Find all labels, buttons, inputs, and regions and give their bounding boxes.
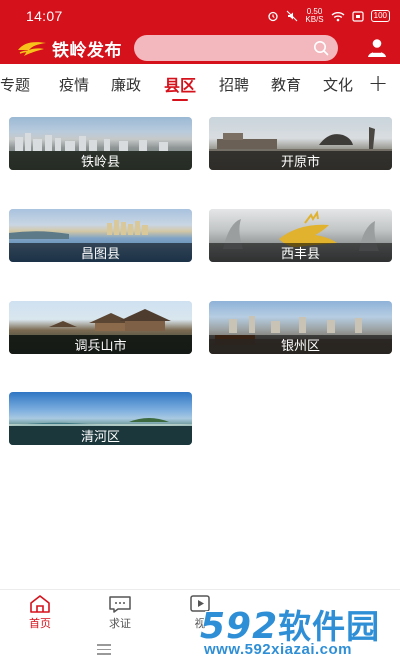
site-watermark: 592软件园 www.592xiazai.com — [196, 592, 400, 662]
chat-icon — [109, 596, 131, 613]
county-card-qinghe[interactable]: 清河区 — [9, 392, 192, 445]
watermark-url: www.592xiazai.com — [204, 641, 353, 658]
wifi-icon — [331, 11, 345, 21]
app-header: 铁岭发布 — [0, 32, 400, 64]
county-label: 西丰县 — [209, 243, 392, 262]
home-icon — [30, 595, 50, 613]
nav-home[interactable]: 首页 — [0, 590, 80, 635]
category-tabs: 专题 疫情 廉政 县区 招聘 教育 文化 — [0, 64, 400, 104]
tab-lianzheng[interactable]: 廉政 — [100, 64, 152, 104]
search-icon[interactable] — [313, 40, 329, 56]
nav-home-label: 首页 — [29, 617, 51, 630]
county-label: 开原市 — [209, 151, 392, 170]
county-card-kaiyuan[interactable]: 开原市 — [209, 117, 392, 170]
status-time: 14:07 — [26, 8, 63, 24]
county-card-xifeng[interactable]: 西丰县 — [209, 209, 392, 262]
county-card-tieling[interactable]: 铁岭县 — [9, 117, 192, 170]
county-label: 昌图县 — [9, 243, 192, 262]
tab-yiqing[interactable]: 疫情 — [48, 64, 100, 104]
county-label: 铁岭县 — [9, 151, 192, 170]
net-speed: 0.50 KB/S — [305, 8, 323, 24]
status-icons: 0.50 KB/S 100 — [267, 8, 390, 24]
alarm-icon — [268, 11, 279, 22]
nav-verify[interactable]: 求证 — [80, 590, 160, 635]
tab-zhuanti[interactable]: 专题 — [0, 64, 36, 104]
search-input[interactable] — [134, 35, 338, 61]
logo-icon — [18, 42, 46, 56]
menu-icon[interactable] — [97, 644, 111, 658]
county-label: 银州区 — [209, 335, 392, 354]
mute-icon — [287, 10, 298, 22]
county-label: 调兵山市 — [9, 335, 192, 354]
county-card-diaobingshan[interactable]: 调兵山市 — [9, 301, 192, 354]
status-bar: 14:07 0.50 KB/S 100 — [0, 0, 400, 32]
county-card-changtu[interactable]: 昌图县 — [9, 209, 192, 262]
tab-zhaopin[interactable]: 招聘 — [208, 64, 260, 104]
tab-jiaoyu[interactable]: 教育 — [260, 64, 312, 104]
nav-verify-label: 求证 — [109, 617, 131, 630]
county-label: 清河区 — [9, 426, 192, 445]
net-speed-unit: KB/S — [305, 15, 324, 24]
search-bar[interactable] — [134, 35, 338, 61]
user-profile-button[interactable] — [364, 35, 390, 61]
app-name: 铁岭发布 — [52, 40, 122, 61]
county-card-yinzhou[interactable]: 银州区 — [209, 301, 392, 354]
tab-xianqu[interactable]: 县区 — [152, 64, 208, 104]
battery-indicator: 100 — [370, 10, 390, 22]
app-logo: 铁岭发布 — [16, 36, 126, 61]
app-screen: 14:07 0.50 KB/S 100 铁岭发布 专题 疫情 廉政 县区 招聘 … — [0, 0, 400, 666]
sim-icon — [352, 10, 364, 22]
tab-wenhua[interactable]: 文化 — [312, 64, 364, 104]
user-icon — [368, 39, 386, 57]
add-tab-button[interactable]: + — [368, 71, 388, 96]
